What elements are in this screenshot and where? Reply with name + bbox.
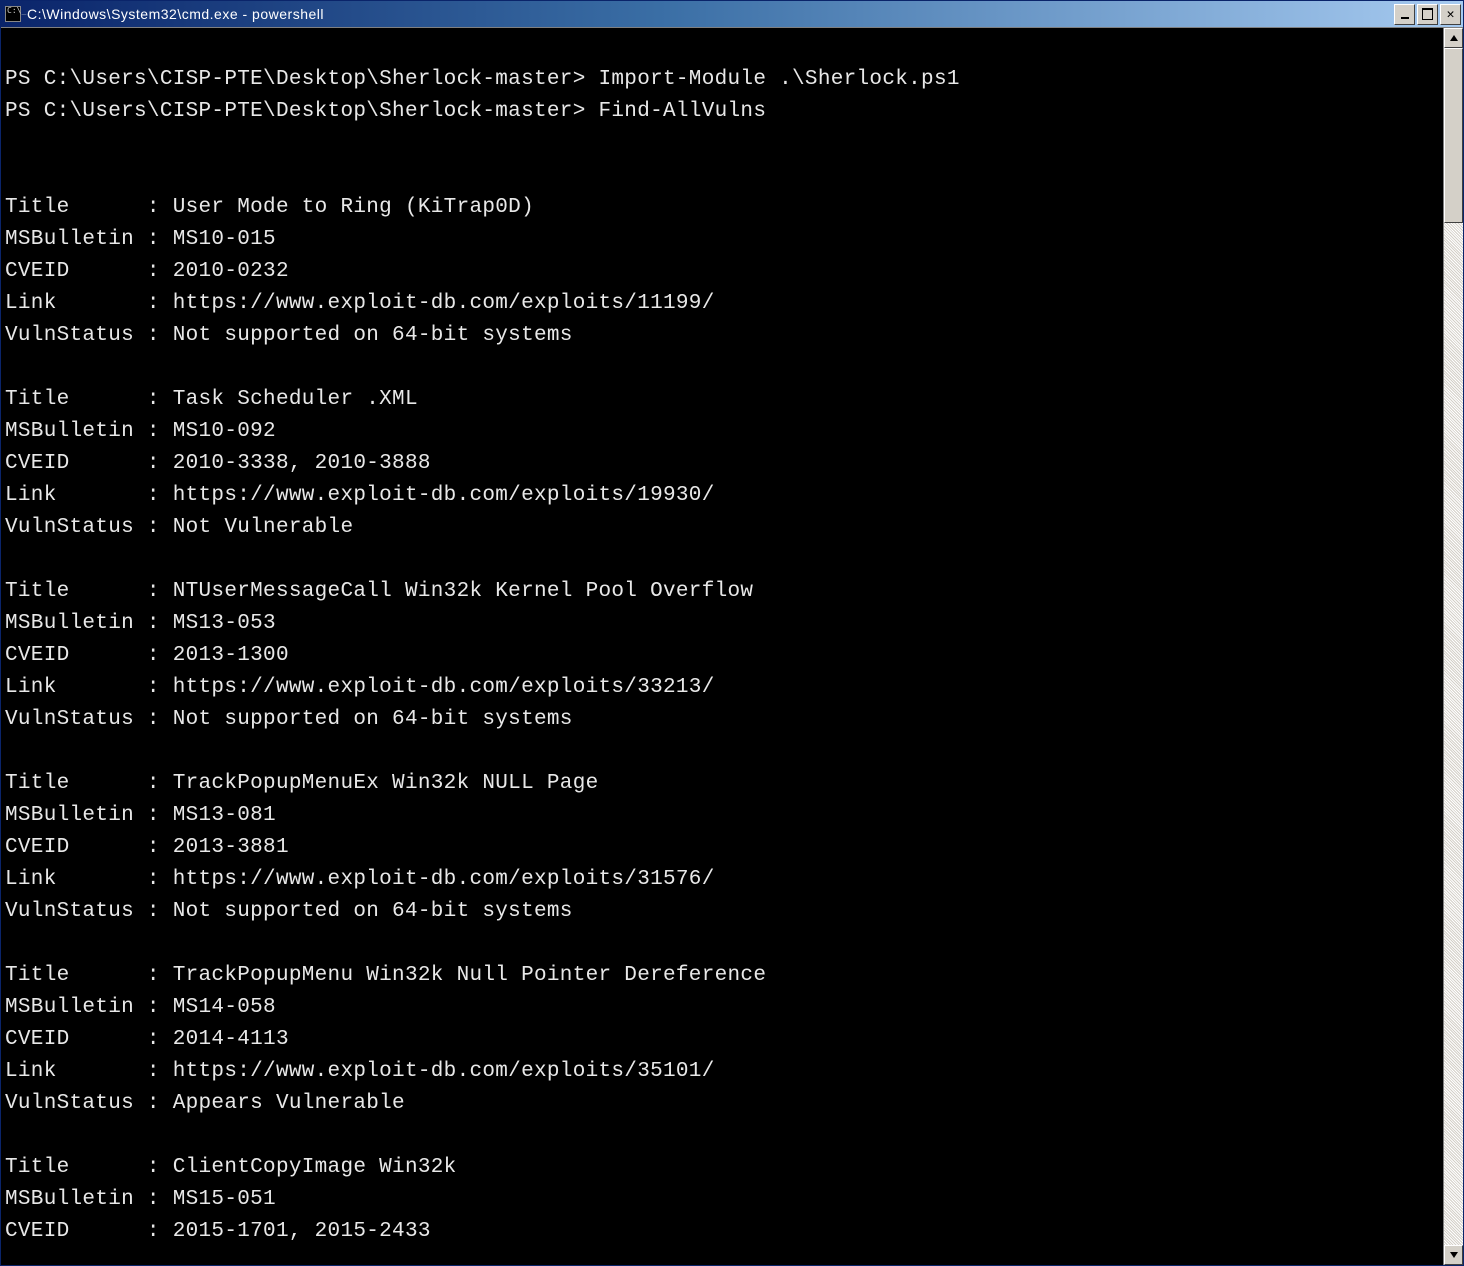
chevron-up-icon [1450, 34, 1458, 42]
window-title: C:\Windows\System32\cmd.exe - powershell [27, 6, 1392, 22]
window-controls: ✕ [1392, 4, 1461, 25]
minimize-button[interactable] [1394, 4, 1415, 25]
scroll-up-button[interactable] [1444, 28, 1463, 48]
scrollbar-track[interactable] [1444, 48, 1463, 1245]
vertical-scrollbar[interactable] [1443, 28, 1463, 1265]
scrollbar-thumb[interactable] [1444, 48, 1463, 223]
titlebar[interactable]: C:\Windows\System32\cmd.exe - powershell… [1, 1, 1463, 27]
system-menu-icon[interactable] [5, 6, 21, 22]
maximize-button[interactable] [1417, 4, 1438, 25]
chevron-down-icon [1450, 1251, 1458, 1259]
client-area: PS C:\Users\CISP-PTE\Desktop\Sherlock-ma… [1, 27, 1463, 1265]
scroll-down-button[interactable] [1444, 1245, 1463, 1265]
cmd-window: C:\Windows\System32\cmd.exe - powershell… [0, 0, 1464, 1266]
close-button[interactable]: ✕ [1440, 4, 1461, 25]
terminal-output[interactable]: PS C:\Users\CISP-PTE\Desktop\Sherlock-ma… [1, 28, 1443, 1265]
